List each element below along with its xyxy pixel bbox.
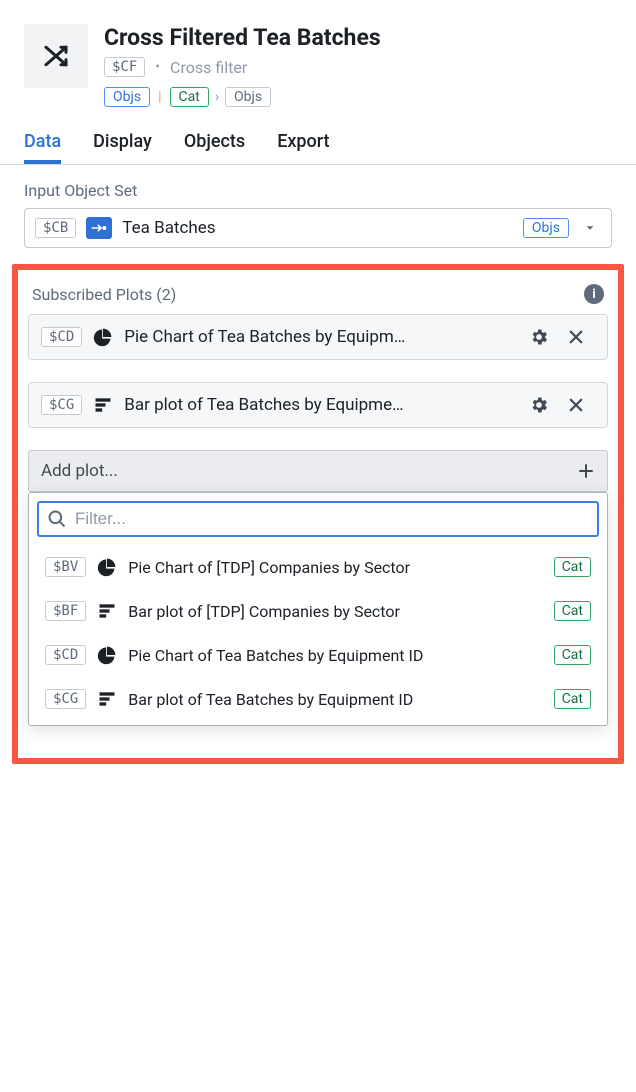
search-icon xyxy=(47,509,67,529)
subscribed-plot-row[interactable]: $CG Bar plot of Tea Batches by Equipme… xyxy=(28,382,608,428)
cat-tag: Cat xyxy=(554,557,591,577)
plot-name: Bar plot of Tea Batches by Equipme… xyxy=(124,395,519,415)
var-chip: $CD xyxy=(41,327,82,347)
var-chip: $CG xyxy=(41,395,82,415)
subscribed-plot-row[interactable]: $CD Pie Chart of Tea Batches by Equipm… xyxy=(28,314,608,360)
add-plot-dropdown: $BV Pie Chart of [TDP] Companies by Sect… xyxy=(28,492,608,726)
subscribed-plots-label: Subscribed Plots (2) xyxy=(32,285,176,304)
plot-option[interactable]: $CD Pie Chart of Tea Batches by Equipmen… xyxy=(37,633,599,677)
subtitle-text: Cross filter xyxy=(170,58,247,77)
objs-tag: Objs xyxy=(523,218,569,238)
gear-icon[interactable] xyxy=(529,395,557,415)
link-icon xyxy=(86,217,112,239)
add-plot-label: Add plot... xyxy=(41,461,118,481)
subtitle-dot: • xyxy=(155,59,160,75)
cat-tag: Cat xyxy=(554,645,591,665)
plot-name: Pie Chart of Tea Batches by Equipm… xyxy=(124,327,519,347)
breadcrumb-item[interactable]: Objs xyxy=(104,87,150,107)
tab-export[interactable]: Export xyxy=(277,131,329,164)
plot-option-name: Bar plot of [TDP] Companies by Sector xyxy=(128,602,543,621)
plot-option-name: Bar plot of Tea Batches by Equipment ID xyxy=(128,690,543,709)
tab-display[interactable]: Display xyxy=(93,131,152,164)
bar-chart-icon xyxy=(92,395,114,415)
plot-option[interactable]: $BF Bar plot of [TDP] Companies by Secto… xyxy=(37,589,599,633)
page-title: Cross Filtered Tea Batches xyxy=(104,24,612,51)
pie-chart-icon xyxy=(92,327,114,347)
info-icon[interactable]: i xyxy=(584,284,604,304)
input-object-name: Tea Batches xyxy=(122,218,513,238)
breadcrumb: Objs | Cat › Objs xyxy=(104,87,612,107)
tab-data[interactable]: Data xyxy=(24,131,61,164)
bar-chart-icon xyxy=(96,689,118,709)
var-chip: $BV xyxy=(45,557,86,577)
cat-tag: Cat xyxy=(554,689,591,709)
plus-icon xyxy=(577,462,595,480)
breadcrumb-item[interactable]: Objs xyxy=(225,87,271,107)
cat-tag: Cat xyxy=(554,601,591,621)
bar-chart-icon xyxy=(96,601,118,621)
breadcrumb-item[interactable]: Cat xyxy=(170,87,209,107)
var-chip: $CG xyxy=(45,689,86,709)
close-icon[interactable] xyxy=(567,396,595,414)
chevron-down-icon[interactable] xyxy=(579,221,601,235)
var-chip: $BF xyxy=(45,601,86,621)
cross-filter-icon xyxy=(24,24,88,88)
plot-option-name: Pie Chart of [TDP] Companies by Sector xyxy=(128,558,543,577)
filter-input[interactable] xyxy=(75,509,589,529)
breadcrumb-sep: › xyxy=(215,89,219,105)
plot-option[interactable]: $BV Pie Chart of [TDP] Companies by Sect… xyxy=(37,545,599,589)
tabs: Data Display Objects Export xyxy=(0,119,636,165)
input-object-set-row[interactable]: $CB Tea Batches Objs xyxy=(24,208,612,248)
var-chip: $CD xyxy=(45,645,86,665)
subscribed-plots-panel: Subscribed Plots (2) i $CD Pie Chart of … xyxy=(12,264,624,764)
add-plot-button[interactable]: Add plot... xyxy=(28,450,608,492)
pie-chart-icon xyxy=(96,557,118,577)
close-icon[interactable] xyxy=(567,328,595,346)
input-object-set-label: Input Object Set xyxy=(24,181,612,200)
pie-chart-icon xyxy=(96,645,118,665)
tab-objects[interactable]: Objects xyxy=(184,131,245,164)
breadcrumb-sep: | xyxy=(156,89,163,105)
plot-option-name: Pie Chart of Tea Batches by Equipment ID xyxy=(128,646,543,665)
filter-input-wrap[interactable] xyxy=(37,501,599,537)
var-chip-header: $CF xyxy=(104,57,145,77)
plot-option[interactable]: $CG Bar plot of Tea Batches by Equipment… xyxy=(37,677,599,721)
var-chip-input: $CB xyxy=(35,218,76,238)
gear-icon[interactable] xyxy=(529,327,557,347)
